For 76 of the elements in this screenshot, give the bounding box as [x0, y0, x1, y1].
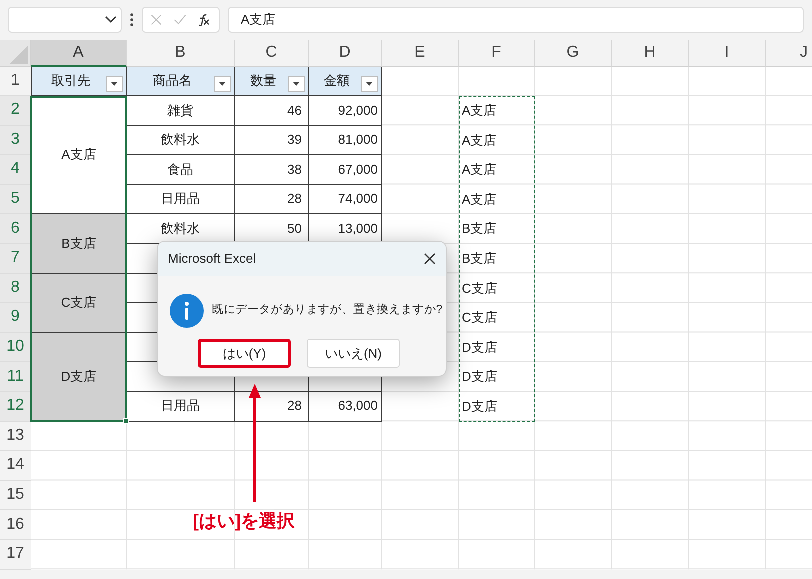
info-icon	[170, 294, 204, 328]
row-header[interactable]: 9	[0, 303, 31, 333]
filter-button[interactable]	[288, 76, 305, 92]
cell-text: D支店	[461, 368, 498, 386]
row-header[interactable]: 12	[0, 392, 31, 422]
column-header[interactable]: C	[235, 40, 309, 67]
row-header[interactable]: 4	[0, 155, 31, 185]
column-header[interactable]: B	[127, 40, 235, 67]
quantity-cell: 28	[235, 392, 309, 422]
dropdown-arrow-icon	[111, 82, 118, 86]
header-cell: 数量	[235, 67, 309, 96]
dropdown-arrow-icon	[293, 82, 300, 86]
quantity-cell: 39	[235, 126, 309, 156]
branch-cell: B支店	[31, 214, 127, 274]
dropdown-arrow-icon	[366, 82, 373, 86]
column-header[interactable]: E	[382, 40, 459, 67]
branch-cell: C支店	[31, 274, 127, 333]
function-icon[interactable]	[198, 12, 211, 28]
row-header[interactable]: 8	[0, 274, 31, 304]
cell-text: D支店	[461, 338, 498, 357]
amount-cell: 63,000	[309, 392, 382, 422]
filter-button[interactable]	[106, 76, 123, 92]
row-header[interactable]: 3	[0, 126, 31, 156]
dropdown-arrow-icon	[219, 82, 226, 86]
amount-cell: 81,000	[309, 126, 382, 156]
row-header[interactable]: 11	[0, 362, 31, 392]
row-header[interactable]: 5	[0, 184, 31, 214]
cell-text: B支店	[461, 220, 498, 238]
amount-cell: 92,000	[309, 96, 382, 126]
header-cell: 取引先	[31, 67, 127, 96]
more-options-icon[interactable]	[130, 13, 134, 27]
row-header[interactable]: 7	[0, 244, 31, 274]
product-cell: 雑貨	[127, 96, 235, 126]
product-cell: 日用品	[127, 184, 235, 214]
row-header[interactable]: 10	[0, 332, 31, 362]
cell-text: C支店	[461, 309, 498, 328]
row-header[interactable]: 2	[0, 96, 31, 126]
row-header[interactable]: 13	[0, 422, 31, 452]
cell-text: A支店	[461, 132, 498, 150]
quantity-cell: 46	[235, 96, 309, 126]
cell-text: A支店	[461, 161, 498, 180]
column-header[interactable]: F	[459, 40, 535, 67]
header-cell: 商品名	[127, 67, 235, 96]
dialog-title: Microsoft Excel	[168, 250, 256, 268]
dialog-button[interactable]: いいえ(N)	[307, 339, 400, 368]
column-header[interactable]: D	[309, 40, 382, 67]
amount-cell: 67,000	[309, 155, 382, 185]
annotation-caption: [はい]を選択	[193, 510, 295, 533]
close-icon[interactable]	[424, 253, 436, 265]
column-header[interactable]: H	[612, 40, 689, 67]
quantity-cell: 28	[235, 184, 309, 214]
product-cell: 飲料水	[127, 214, 235, 244]
header-cell: 金額	[309, 67, 382, 96]
cell-text: C支店	[461, 280, 498, 298]
dialog-message: 既にデータがありますが、置き換えますか?	[212, 302, 442, 318]
checkmark-icon[interactable]	[174, 13, 186, 27]
row-header[interactable]: 15	[0, 480, 31, 510]
amount-cell: 74,000	[309, 184, 382, 214]
cell-text: A支店	[461, 190, 498, 209]
cell-text: D支店	[461, 398, 498, 416]
chevron-down-icon	[105, 16, 117, 24]
branch-cell: D支店	[31, 332, 127, 422]
formula-field[interactable]: A支店	[228, 7, 804, 33]
cell-text: B支店	[461, 250, 498, 268]
dialog-button[interactable]: はい(Y)	[198, 339, 291, 368]
product-cell: 日用品	[127, 392, 235, 422]
column-header[interactable]: I	[689, 40, 766, 67]
column-header[interactable]: A	[31, 40, 127, 67]
column-header[interactable]: G	[535, 40, 612, 67]
filter-button[interactable]	[214, 76, 231, 92]
product-cell: 飲料水	[127, 126, 235, 156]
cell-text: A支店	[461, 102, 498, 120]
filter-button[interactable]	[361, 76, 378, 92]
row-header[interactable]: 6	[0, 214, 31, 244]
quantity-cell: 38	[235, 155, 309, 185]
product-cell: 食品	[127, 155, 235, 185]
